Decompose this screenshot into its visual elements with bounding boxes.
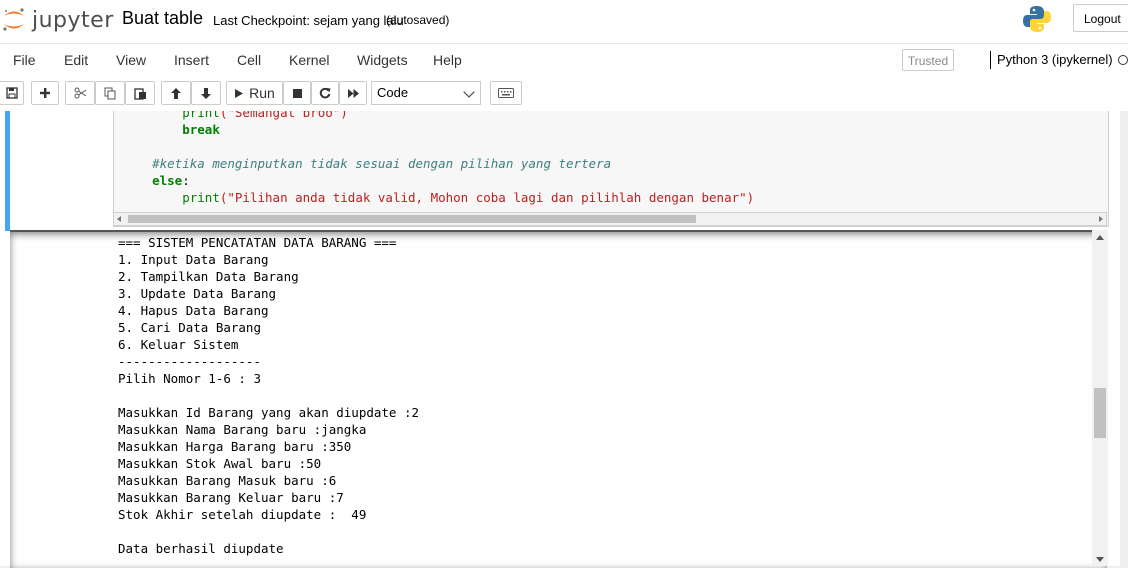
code-builtin: print: [182, 190, 220, 205]
cut-button[interactable]: [65, 81, 95, 105]
checkpoint-status: Last Checkpoint: sejam yang lalu: [213, 13, 404, 28]
jupyter-logo[interactable]: jupyter: [2, 5, 114, 35]
output-line: === SISTEM PENCATATAN DATA BARANG ===: [118, 235, 397, 250]
code-keyword: else: [152, 173, 183, 188]
notebook-name[interactable]: Buat table: [122, 8, 203, 29]
move-up-button[interactable]: [161, 81, 191, 105]
horizontal-scrollbar[interactable]: [113, 212, 1107, 226]
vertical-scrollbar-thumb[interactable]: [1094, 388, 1106, 438]
copy-icon: [104, 87, 115, 99]
cell-type-value: Code: [377, 85, 409, 100]
code-line: #ketika menginputkan tidak sesuai dengan…: [122, 155, 611, 172]
header: jupyter Buat table Last Checkpoint: seja…: [0, 0, 1128, 43]
code-string: ("Pilihan anda tidak valid, Mohon coba l…: [219, 190, 755, 205]
kernel-status-icon: [1118, 55, 1128, 65]
restart-icon: [319, 87, 331, 99]
output-line: 2. Tampilkan Data Barang: [118, 269, 299, 284]
output-line: Stok Akhir setelah diupdate : 49: [118, 507, 367, 522]
output-line: Data berhasil diupdate: [118, 541, 284, 556]
copy-button[interactable]: [95, 81, 125, 105]
paste-button[interactable]: [125, 81, 155, 105]
notebook-page: print("Semangat broo") break #ketika men…: [0, 111, 1120, 568]
output-line: Masukkan Barang Masuk baru :6: [118, 473, 337, 488]
menu-view[interactable]: View: [116, 52, 146, 68]
output-line: Masukkan Nama Barang baru :jangka: [118, 422, 367, 437]
save-icon: [5, 87, 18, 99]
autosave-status: (autosaved): [386, 13, 450, 27]
arrow-up-icon: [171, 87, 181, 99]
save-button[interactable]: [0, 81, 24, 105]
menu-help[interactable]: Help: [433, 52, 462, 68]
menu-widgets[interactable]: Widgets: [357, 52, 408, 68]
arrow-down-icon: [201, 87, 211, 99]
kernel-name[interactable]: Python 3 (ipykernel): [990, 51, 1113, 69]
command-palette-button[interactable]: [490, 81, 522, 105]
scroll-left-icon[interactable]: [117, 216, 121, 222]
cut-icon: [74, 87, 86, 99]
logo-text: jupyter: [32, 7, 114, 33]
python-logo-icon: [1023, 6, 1051, 32]
code-line: print("Pilihan anda tidak valid, Mohon c…: [122, 189, 754, 206]
menu-file[interactable]: File: [13, 52, 36, 68]
code-comment: #ketika menginputkan tidak sesuai dengan…: [152, 156, 612, 171]
restart-run-all-button[interactable]: [339, 81, 367, 105]
keyboard-icon: [498, 88, 514, 98]
run-icon: [235, 88, 244, 98]
output-line: Masukkan Harga Barang baru :350: [118, 439, 352, 454]
fast-forward-icon: [347, 88, 359, 98]
output-line: 3. Update Data Barang: [118, 286, 277, 301]
jupyter-logo-icon: [3, 8, 24, 31]
logout-button[interactable]: Logout: [1073, 4, 1128, 32]
interrupt-button[interactable]: [283, 81, 311, 105]
code-keyword: break: [182, 122, 220, 137]
output-line: Masukkan Id Barang yang akan diupdate :2: [118, 405, 420, 420]
code-line: else:: [152, 173, 190, 188]
code-string: ("Semangat broo"): [219, 111, 348, 120]
chevron-down-icon: [463, 86, 475, 98]
run-button[interactable]: Run: [226, 81, 283, 105]
code-line: print("Semangat broo"): [122, 111, 348, 121]
paste-icon: [133, 87, 146, 100]
restart-button[interactable]: [311, 81, 339, 105]
cell-type-select[interactable]: Code: [371, 81, 481, 105]
move-down-button[interactable]: [191, 81, 221, 105]
stop-icon: [292, 88, 302, 98]
scroll-up-icon[interactable]: [1096, 235, 1104, 240]
output-line: 5. Cari Data Barang: [118, 320, 261, 335]
output-line: 6. Keluar Sistem: [118, 337, 239, 352]
plus-icon: [40, 88, 50, 98]
selected-cell-indicator: [5, 111, 10, 231]
code-line: break: [122, 121, 220, 138]
output-line: 4. Hapus Data Barang: [118, 303, 269, 318]
output-line: 1. Input Data Barang: [118, 252, 269, 267]
output-line: Pilih Nomor 1-6 : 3: [118, 371, 261, 386]
menu-kernel[interactable]: Kernel: [289, 52, 329, 68]
menu-edit[interactable]: Edit: [64, 52, 88, 68]
output-text: === SISTEM PENCATATAN DATA BARANG === 1. …: [118, 234, 419, 557]
insert-cell-button[interactable]: [31, 81, 59, 105]
output-line: Masukkan Barang Keluar baru :7: [118, 490, 344, 505]
toolbar: Run Code: [0, 75, 1128, 112]
trusted-indicator[interactable]: Trusted: [902, 49, 954, 71]
scroll-down-icon[interactable]: [1096, 557, 1104, 562]
cell-output-area[interactable]: === SISTEM PENCATATAN DATA BARANG === 1. …: [10, 230, 1107, 568]
run-label: Run: [249, 85, 275, 101]
code-builtin: print: [182, 111, 220, 120]
notebook-area: print("Semangat broo") break #ketika men…: [0, 111, 1128, 568]
menubar: File Edit View Insert Cell Kernel Widget…: [0, 43, 1128, 76]
code-cell-editor[interactable]: print("Semangat broo") break #ketika men…: [113, 111, 1109, 227]
output-line: -------------------: [118, 354, 261, 369]
output-vertical-scrollbar[interactable]: [1092, 230, 1108, 566]
scroll-right-icon[interactable]: [1099, 216, 1103, 222]
output-line: Masukkan Stok Awal baru :50: [118, 456, 322, 471]
menu-insert[interactable]: Insert: [174, 52, 209, 68]
menu-cell[interactable]: Cell: [237, 52, 261, 68]
horizontal-scrollbar-thumb[interactable]: [128, 215, 696, 223]
